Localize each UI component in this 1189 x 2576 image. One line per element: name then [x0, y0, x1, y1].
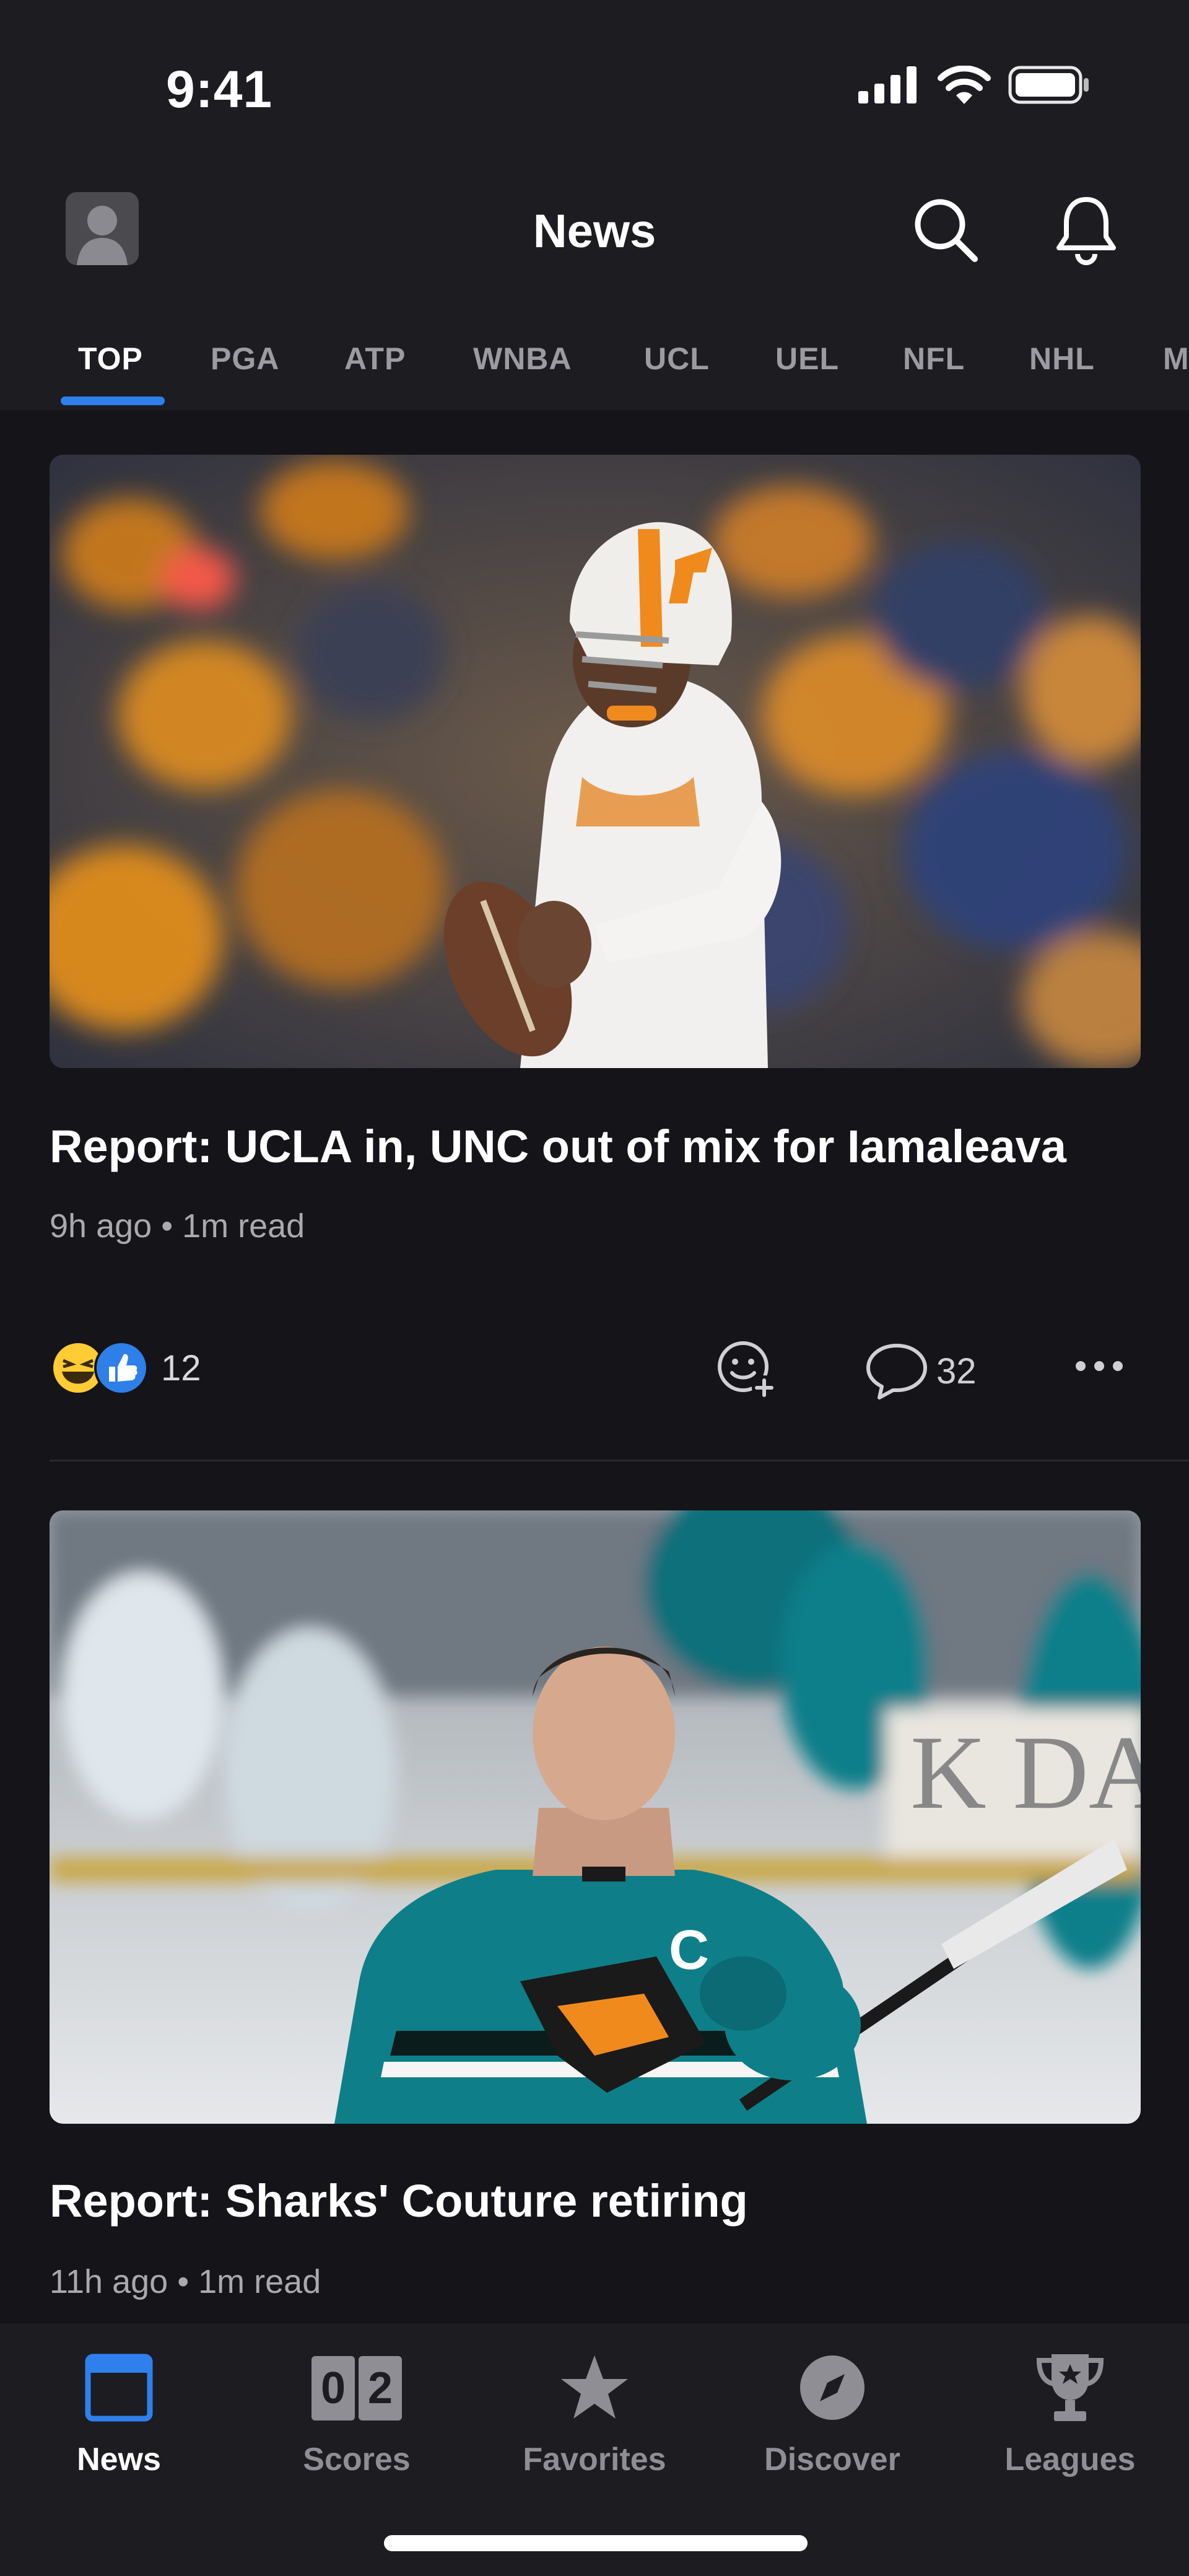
- bell-icon[interactable]: [1049, 192, 1123, 266]
- article-read-time: 1m read: [182, 1207, 305, 1245]
- scores-icon: 0 2: [308, 2348, 405, 2429]
- score-digit: 2: [359, 2356, 402, 2420]
- nav-news[interactable]: News: [0, 2348, 238, 2478]
- svg-text:K DAN: K DAN: [910, 1714, 1141, 1831]
- nav-news-label: News: [77, 2442, 161, 2477]
- nav-scores-label: Scores: [303, 2442, 411, 2477]
- comments-button[interactable]: 32: [865, 1342, 977, 1400]
- status-icons: [858, 66, 1090, 104]
- app-header: 9:41 News TOP PGA ATP WNBA UCL UEL NFL N…: [0, 0, 1189, 410]
- reactions-summary[interactable]: 12: [50, 1339, 201, 1396]
- article-headline[interactable]: Report: UCLA in, UNC out of mix for Iama…: [50, 1120, 1152, 1173]
- article-read-time: 1m read: [198, 2263, 321, 2300]
- nav-scores[interactable]: 0 2 Scores: [238, 2348, 476, 2478]
- article-photo[interactable]: K DAN C: [50, 1510, 1141, 2124]
- thumbs-up-icon: [94, 1341, 149, 1395]
- trophy-icon: [1036, 2354, 1104, 2421]
- cellular-signal-icon: [858, 66, 917, 103]
- nav-discover-label: Discover: [764, 2442, 900, 2477]
- article-photo[interactable]: [50, 455, 1141, 1068]
- meta-separator: •: [177, 2263, 199, 2300]
- tab-atp[interactable]: ATP: [344, 341, 406, 377]
- football-player-image: [50, 455, 1141, 1068]
- active-tab-indicator: [61, 396, 165, 405]
- meta-separator: •: [161, 1207, 183, 1245]
- nav-favorites[interactable]: Favorites: [476, 2348, 713, 2478]
- battery-icon: [1008, 66, 1089, 104]
- page-title: News: [533, 205, 656, 258]
- article-time: 11h ago: [50, 2263, 168, 2300]
- nav-leagues-label: Leagues: [1004, 2442, 1136, 2477]
- article-time: 9h ago: [50, 1207, 152, 1245]
- comment-bubble-icon: [866, 1344, 927, 1400]
- score-digit: 0: [311, 2356, 355, 2420]
- home-indicator: [384, 2535, 808, 2551]
- tab-more[interactable]: M: [1163, 341, 1189, 377]
- tab-nfl[interactable]: NFL: [903, 341, 965, 377]
- svg-text:C: C: [669, 1919, 709, 1981]
- tab-top[interactable]: TOP: [78, 341, 143, 377]
- article-meta: 11h ago • 1m read: [50, 2263, 321, 2301]
- article-meta: 9h ago • 1m read: [50, 1207, 305, 1245]
- more-options-icon[interactable]: [1071, 1357, 1127, 1375]
- add-reaction-icon[interactable]: [715, 1338, 779, 1403]
- comment-count: 32: [936, 1351, 977, 1391]
- tab-uel[interactable]: UEL: [775, 341, 839, 377]
- league-tabs: TOP PGA ATP WNBA UCL UEL NFL NHL M: [0, 328, 1189, 410]
- article-headline[interactable]: Report: Sharks' Couture retiring: [50, 2175, 1152, 2227]
- nav-leagues[interactable]: Leagues: [951, 2348, 1189, 2478]
- wifi-icon: [938, 66, 991, 104]
- star-icon: [561, 2355, 628, 2419]
- nav-discover[interactable]: Discover: [713, 2348, 951, 2478]
- compass-icon: [800, 2355, 865, 2420]
- search-icon[interactable]: [908, 192, 982, 266]
- nav-favorites-label: Favorites: [523, 2442, 666, 2477]
- hockey-player-image: K DAN C: [50, 1510, 1141, 2124]
- tab-pga[interactable]: PGA: [211, 341, 279, 377]
- tab-wnba[interactable]: WNBA: [473, 341, 572, 377]
- tab-ucl[interactable]: UCL: [644, 341, 710, 377]
- reaction-count: 12: [161, 1347, 201, 1388]
- news-icon: [85, 2354, 153, 2422]
- feed-divider: [50, 1460, 1189, 1461]
- status-time: 9:41: [166, 60, 273, 118]
- tab-nhl[interactable]: NHL: [1029, 341, 1095, 377]
